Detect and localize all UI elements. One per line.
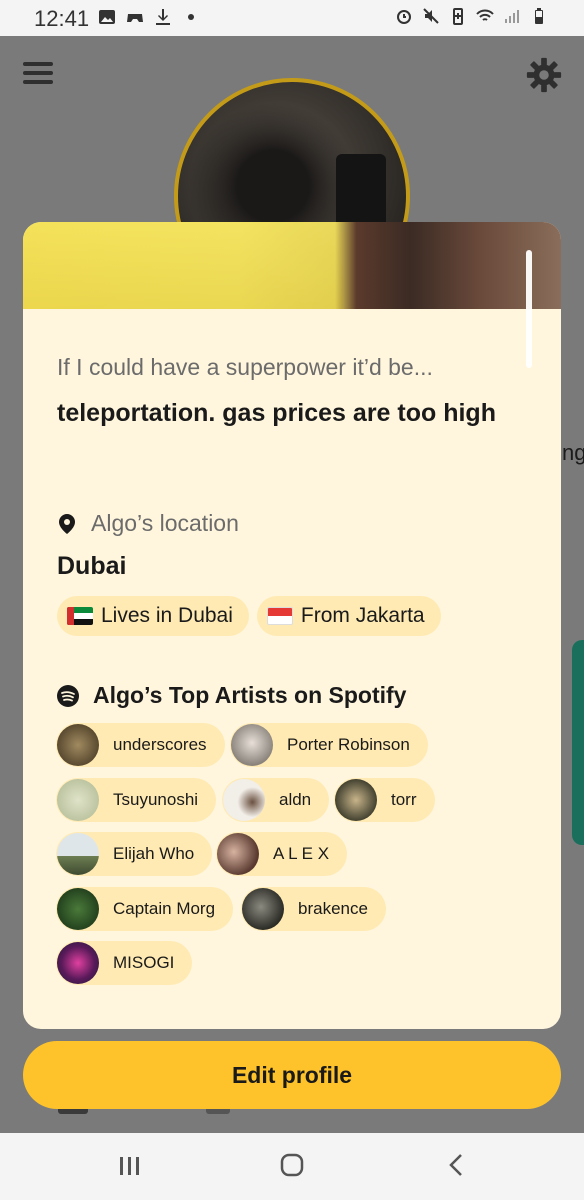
- indonesia-flag-icon: [266, 607, 293, 625]
- artist-chip-torr[interactable]: torr: [334, 778, 435, 822]
- chip-label: Lives in Dubai: [101, 604, 233, 627]
- status-time: 12:41: [34, 6, 90, 31]
- artist-chip-porter-robinson[interactable]: Porter Robinson: [230, 723, 428, 767]
- artist-chip-misogi[interactable]: MISOGI: [56, 941, 193, 985]
- scrollbar[interactable]: [526, 250, 532, 368]
- recent-apps-icon[interactable]: [118, 1155, 142, 1177]
- image-icon: [99, 10, 115, 24]
- artist-chip-elijah-who[interactable]: Elijah Who: [56, 832, 213, 876]
- home-icon[interactable]: [280, 1153, 304, 1177]
- background-side-text: ng: [562, 440, 584, 465]
- avatar-photo-hair: [188, 102, 358, 242]
- spotify-icon: [57, 684, 79, 707]
- prompt-answer: teleportation. gas prices are too high: [57, 399, 496, 427]
- artist-name: torr: [391, 790, 417, 809]
- profile-preview-card[interactable]: If I could have a superpower it’d be... …: [23, 222, 561, 1029]
- location-chips: Lives in Dubai From Jakarta: [57, 596, 441, 636]
- artist-avatar: [57, 779, 99, 821]
- location-pin-icon: [59, 513, 75, 534]
- artist-name: Tsuyunoshi: [113, 790, 199, 809]
- battery-saver-icon: [453, 8, 463, 25]
- from-chip: From Jakarta: [256, 596, 441, 636]
- artist-name: brakence: [298, 899, 368, 918]
- game-controller-icon: [127, 14, 143, 22]
- artist-name: aldn: [279, 790, 312, 809]
- artist-avatar: [57, 724, 99, 766]
- back-icon[interactable]: [446, 1153, 466, 1177]
- artist-chip-underscores[interactable]: underscores: [56, 723, 225, 767]
- location-title: Algo’s location: [91, 510, 239, 536]
- profile-photo-strip: [23, 222, 561, 309]
- spotify-header: Algo’s Top Artists on Spotify: [57, 682, 406, 709]
- lives-in-chip: Lives in Dubai: [57, 596, 249, 636]
- artist-avatar: [217, 833, 259, 875]
- hamburger-menu-icon[interactable]: [23, 58, 53, 88]
- dot-icon: [188, 14, 194, 20]
- status-left-icons: [98, 8, 200, 26]
- battery-icon: [535, 8, 543, 24]
- artist-name: A L E X: [273, 844, 330, 863]
- background-side-panel: [572, 640, 584, 845]
- artist-name: Elijah Who: [113, 844, 195, 863]
- artist-chip-aldn[interactable]: aldn: [222, 778, 330, 822]
- prompt-question: If I could have a superpower it’d be...: [57, 354, 433, 380]
- artist-name: Porter Robinson: [287, 735, 410, 754]
- artist-avatar: [223, 779, 265, 821]
- edit-profile-button[interactable]: Edit profile: [23, 1041, 561, 1109]
- location-header: Algo’s location: [57, 510, 239, 537]
- artist-avatar: [57, 888, 99, 930]
- status-bar: 12:41: [0, 0, 584, 36]
- artist-chip-alex[interactable]: A L E X: [216, 832, 348, 876]
- artist-name: MISOGI: [113, 953, 175, 972]
- alarm-icon: [397, 10, 411, 24]
- system-navigation-bar: [0, 1133, 584, 1200]
- wifi-icon: [476, 9, 494, 21]
- uae-flag-icon: [67, 607, 93, 625]
- spotify-title: Algo’s Top Artists on Spotify: [93, 682, 407, 708]
- gear-icon[interactable]: [525, 56, 563, 94]
- artist-name: underscores: [113, 735, 207, 754]
- status-right-icons: [395, 7, 548, 25]
- chip-label: From Jakarta: [300, 604, 425, 627]
- artist-avatar: [57, 833, 99, 875]
- artist-avatar: [242, 888, 284, 930]
- artist-avatar: [57, 942, 99, 984]
- download-icon: [156, 9, 170, 25]
- artist-avatar: [335, 779, 377, 821]
- artist-chip-captain-morg[interactable]: Captain Morg: [56, 887, 234, 931]
- artist-avatar: [231, 724, 273, 766]
- location-city: Dubai: [57, 552, 127, 580]
- artist-chip-tsuyunoshi[interactable]: Tsuyunoshi: [56, 778, 217, 822]
- artist-chip-brakence[interactable]: brakence: [241, 887, 386, 931]
- artist-name: Captain Morg: [113, 899, 216, 918]
- mute-icon: [423, 8, 439, 24]
- signal-icon: [505, 10, 519, 23]
